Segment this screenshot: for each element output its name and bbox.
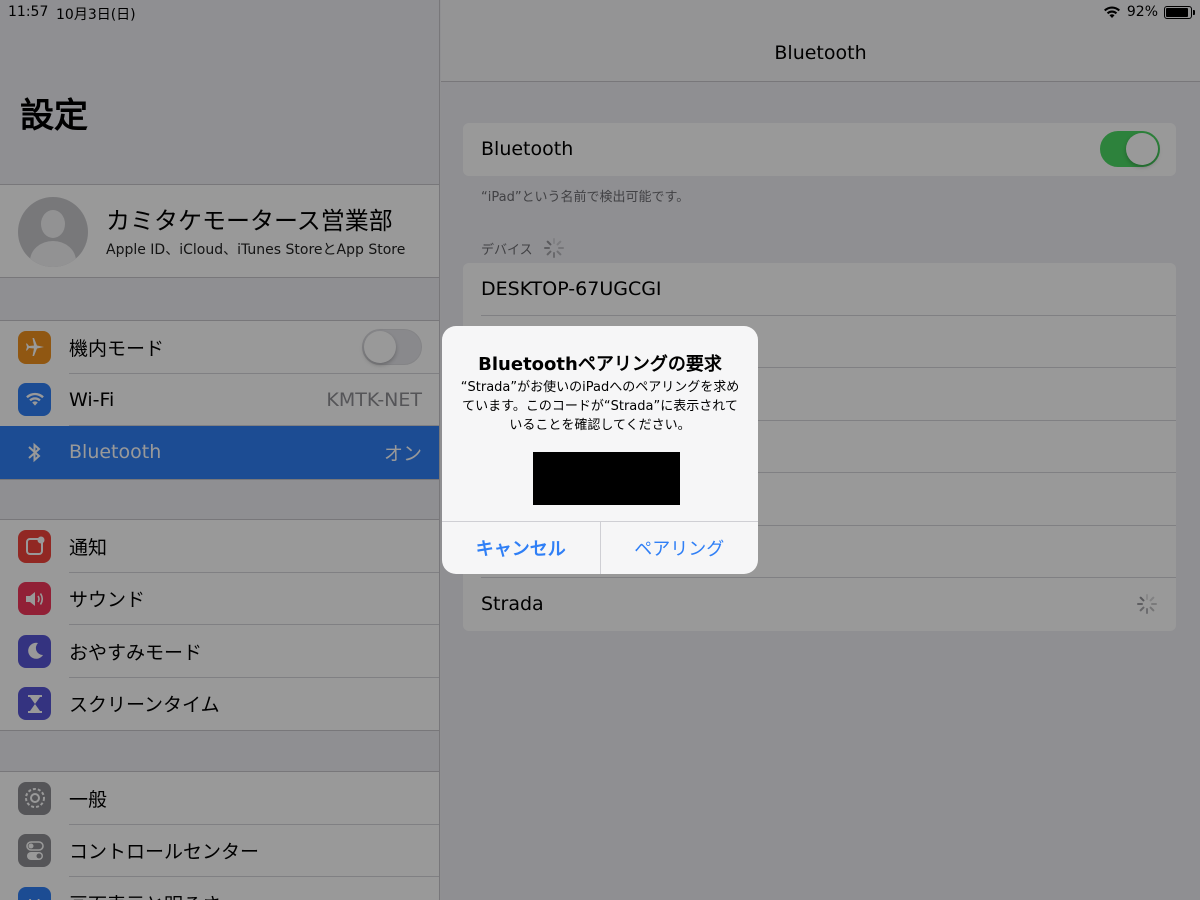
sidebar-item-display-brightness[interactable]: AA 画面表示と明るさ: [0, 877, 439, 900]
settings-group-general: 一般 コントロールセンター AA 画面表示と明るさ: [0, 771, 439, 900]
toggles-icon: [18, 834, 51, 868]
sidebar-item-general[interactable]: 一般: [0, 772, 439, 825]
devices-section-header: デバイス: [481, 237, 565, 259]
status-right: 92%: [1103, 4, 1195, 20]
alert-title: Bluetoothペアリングの要求: [478, 354, 722, 375]
sidebar-item-bluetooth[interactable]: Bluetooth オン: [0, 426, 439, 479]
wifi-network-value: KMTK-NET: [326, 388, 422, 411]
sidebar-item-label: スクリーンタイム: [69, 694, 220, 717]
status-date: 10月3日(日): [56, 7, 136, 23]
pair-button[interactable]: ペアリング: [599, 522, 759, 574]
alert-message: “Strada”がお使いのiPadへのペアリングを求めています。このコードが“S…: [460, 380, 740, 433]
battery-fill: [1166, 7, 1189, 17]
sound-icon: [18, 582, 51, 616]
device-name: Strada: [481, 593, 544, 616]
bluetooth-icon: [18, 435, 51, 469]
device-row-strada[interactable]: Strada: [463, 578, 1176, 631]
airplane-icon: [18, 330, 51, 364]
alert-buttons: キャンセル ペアリング: [442, 521, 758, 574]
bluetooth-toggle-label: Bluetooth: [481, 138, 574, 161]
battery-percent: 92%: [1126, 4, 1158, 20]
notifications-icon: [18, 529, 51, 563]
sidebar-item-label: 一般: [69, 788, 108, 811]
sidebar-item-label: 機内モード: [69, 337, 165, 360]
bluetooth-status-value: オン: [383, 442, 422, 465]
devices-header-label: デバイス: [481, 242, 533, 258]
sidebar-item-airplane-mode[interactable]: 機内モード: [0, 321, 439, 374]
sidebar-item-do-not-disturb[interactable]: おやすみモード: [0, 625, 439, 678]
airplane-mode-switch[interactable]: [362, 329, 422, 366]
wifi-icon: [18, 383, 51, 417]
display-icon: AA: [18, 886, 51, 900]
sidebar-item-label: 画面表示と明るさ: [69, 890, 221, 900]
avatar: [18, 197, 88, 267]
bluetooth-toggle-card: Bluetooth: [463, 123, 1176, 176]
sidebar-item-screen-time[interactable]: スクリーンタイム: [0, 678, 439, 731]
bluetooth-switch[interactable]: [1100, 131, 1160, 168]
pairing-request-alert: Bluetoothペアリングの要求 “Strada”がお使いのiPadへのペアリ…: [442, 326, 758, 574]
moon-icon: [18, 634, 51, 668]
sidebar-item-label: おやすみモード: [69, 641, 203, 664]
profile-subtitle: Apple ID、iCloud、iTunes StoreとApp Store: [106, 242, 406, 258]
page-title: Bluetooth: [774, 42, 867, 64]
sidebar-item-label: コントロールセンター: [69, 841, 260, 864]
sidebar-item-label: サウンド: [69, 589, 146, 612]
battery-icon: [1164, 5, 1195, 19]
hourglass-icon: [18, 687, 51, 721]
gear-icon: [18, 781, 51, 815]
discoverable-note: “iPad”という名前で検出可能です。: [481, 190, 690, 205]
pairing-spinner-icon: [1136, 593, 1158, 615]
bluetooth-toggle-row: Bluetooth: [463, 123, 1176, 176]
pairing-code-redacted: [533, 452, 680, 505]
sidebar-item-label: Bluetooth: [69, 441, 162, 464]
sidebar-item-label: 通知: [69, 536, 108, 559]
profile-name: カミタケモータース営業部: [106, 207, 393, 235]
settings-sidebar: 設定 カミタケモータース営業部 Apple ID、iCloud、iTunes S…: [0, 0, 440, 900]
device-row[interactable]: DESKTOP-67UGCGI: [463, 263, 1176, 316]
sidebar-item-wifi[interactable]: Wi-Fi KMTK-NET: [0, 374, 439, 426]
loading-spinner-icon: [543, 237, 565, 259]
status-time: 11:57: [8, 4, 49, 20]
device-name: DESKTOP-67UGCGI: [481, 278, 662, 301]
sidebar-item-sounds[interactable]: サウンド: [0, 573, 439, 625]
cancel-button[interactable]: キャンセル: [442, 522, 600, 574]
settings-group-notifications: 通知 サウンド おやすみモード スクリーンタイム: [0, 519, 439, 731]
wifi-status-icon: [1103, 6, 1120, 18]
sidebar-title: 設定: [20, 96, 88, 136]
sidebar-item-label: Wi-Fi: [69, 388, 115, 411]
status-bar: 11:57 10月3日(日) 92%: [0, 0, 1200, 24]
settings-group-connectivity: 機内モード Wi-Fi KMTK-NET Bluetooth オン: [0, 320, 439, 480]
profile-row[interactable]: カミタケモータース営業部 Apple ID、iCloud、iTunes Stor…: [0, 184, 439, 278]
sidebar-item-control-center[interactable]: コントロールセンター: [0, 825, 439, 877]
sidebar-item-notifications[interactable]: 通知: [0, 520, 439, 573]
